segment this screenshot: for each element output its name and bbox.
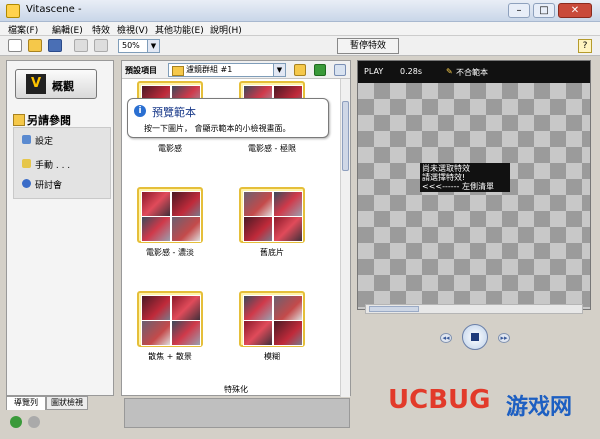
open-icon[interactable] — [28, 39, 42, 52]
stop-icon — [471, 333, 479, 341]
minimize-button[interactable]: – — [508, 3, 530, 18]
preview-time: 0.28s — [400, 67, 422, 76]
presets-scrollbar[interactable] — [340, 79, 350, 397]
preset-label: 舊底片 — [260, 248, 284, 257]
pause-effects-button[interactable]: 暫停特效 — [337, 38, 399, 54]
see-also-manual[interactable]: 手動 . . . — [22, 158, 106, 172]
preset-thumbnail[interactable] — [239, 291, 305, 347]
menu-file[interactable]: 檔案(F) — [8, 23, 38, 36]
menu-edit[interactable]: 編輯(E) — [52, 23, 83, 36]
preview-window: PLAY 0.28s ✎ 不合範本 尚未選取特效 請選擇特效! <<<-----… — [357, 60, 591, 310]
fast-forward-icon[interactable]: ▸▸ — [498, 333, 510, 343]
overview-button[interactable]: V 概觀 — [15, 69, 97, 99]
folder-icon — [13, 114, 25, 126]
menu-help[interactable]: 說明(H) — [210, 23, 242, 36]
preset-label: 模糊 — [264, 352, 280, 361]
play-state: PLAY — [364, 67, 384, 76]
overview-label: 概觀 — [52, 80, 74, 93]
presets-header: 預設項目 濾鏡群組 #1 ▼ — [122, 61, 350, 79]
help-icon[interactable]: ? — [578, 39, 592, 53]
rewind-icon[interactable]: ◂◂ — [440, 333, 452, 343]
app-icon — [6, 4, 20, 18]
see-also-list: 設定 手動 . . . 研討會 — [13, 127, 111, 199]
tab-navigation[interactable]: 導覽列 — [6, 396, 46, 410]
preset-thumbnail[interactable] — [239, 187, 305, 243]
menu-other[interactable]: 其他功能(E) — [155, 23, 204, 36]
presets-label: 預設項目 — [125, 66, 157, 75]
menu-view[interactable]: 檢視(V) — [117, 23, 148, 36]
scroll-thumb[interactable] — [342, 101, 349, 171]
folder-up-icon[interactable] — [294, 64, 306, 76]
info-icon: i — [134, 105, 146, 117]
no-effect-hint: 尚未選取特效 請選擇特效! <<<------ 左側清單 — [420, 163, 510, 192]
grid-view-icon[interactable] — [334, 64, 346, 76]
redo-icon[interactable] — [94, 39, 108, 52]
see-also-settings[interactable]: 設定 — [22, 134, 106, 148]
preset-label: 散焦 + 散景 — [148, 352, 192, 361]
save-icon[interactable] — [48, 39, 62, 52]
zoom-value: 50% — [122, 41, 140, 50]
help-circle-icon — [22, 179, 31, 188]
folder-icon — [172, 66, 184, 76]
close-button[interactable]: ✕ — [558, 3, 592, 18]
toolbar: 50% ▼ 暫停特效 ? — [0, 36, 600, 56]
scroll-thumb[interactable] — [369, 306, 419, 312]
window-title: Vitascene - — [26, 4, 82, 15]
preset-thumbnail[interactable] — [137, 187, 203, 243]
left-tabs: 導覽列 圖狀檢視 — [6, 396, 114, 410]
tab-graph-view[interactable]: 圖狀檢視 — [46, 396, 88, 410]
preset-label: 電影感 — [158, 144, 182, 153]
forward-icon[interactable] — [28, 416, 40, 428]
back-icon[interactable] — [10, 416, 22, 428]
menu-effects[interactable]: 特效 — [92, 23, 110, 36]
zoom-select[interactable]: 50% ▼ — [118, 39, 160, 53]
stop-button[interactable] — [462, 324, 488, 350]
preview-status-bar: PLAY 0.28s ✎ 不合範本 — [358, 61, 590, 83]
parameters-area — [124, 398, 350, 428]
tooltip-title: 預覽範本 — [152, 106, 196, 119]
preset-label: 電影感 - 極限 — [248, 144, 296, 153]
new-icon[interactable] — [8, 39, 22, 52]
maximize-button[interactable]: □ — [533, 3, 555, 18]
preview-scrollbar[interactable] — [365, 304, 583, 314]
preset-thumbnail[interactable] — [137, 291, 203, 347]
preset-label: 電影感 - 濃淡 — [146, 248, 194, 257]
chevron-down-icon: ▼ — [147, 40, 159, 52]
preview-canvas[interactable]: 尚未選取特效 請選擇特效! <<<------ 左側清單 — [358, 83, 590, 309]
vitascene-logo-icon: V — [26, 74, 46, 94]
tooltip-body: 按一下圖片， 會顯示範本的小檢視畫面。 — [144, 124, 291, 133]
watermark-logo: UCBUG 游戏网 .com — [388, 385, 573, 420]
see-also-heading: 另請參閱 — [7, 111, 113, 127]
settings-icon — [22, 135, 31, 144]
undo-icon[interactable] — [74, 39, 88, 52]
next-arrow-icon[interactable] — [314, 64, 326, 76]
menu-bar: 檔案(F) 編輯(E) 特效 檢視(V) 其他功能(E) 說明(H) — [0, 22, 600, 36]
mode-label: 不合範本 — [456, 68, 488, 77]
specialize-label: 特殊化 — [224, 385, 248, 394]
preview-tooltip: i 預覽範本 按一下圖片， 會顯示範本的小檢視畫面。 — [127, 98, 329, 138]
manual-icon — [22, 159, 31, 168]
chevron-down-icon: ▼ — [273, 64, 285, 76]
see-also-workshop[interactable]: 研討會 — [22, 178, 106, 192]
pencil-icon: ✎ — [446, 67, 453, 76]
navigation-panel: V 概觀 另請參閱 設定 手動 . . . 研討會 — [6, 60, 114, 396]
title-bar: Vitascene - – □ ✕ — [0, 0, 600, 22]
filter-group-select[interactable]: 濾鏡群組 #1 ▼ — [168, 63, 286, 77]
